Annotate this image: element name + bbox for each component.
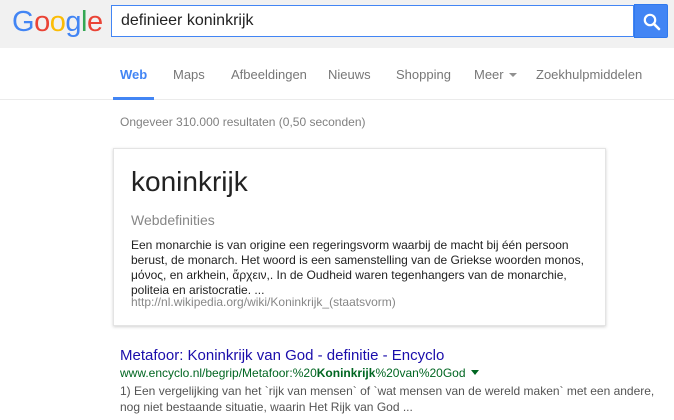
caret-down-icon[interactable]: [470, 370, 479, 375]
logo-letter: o: [34, 6, 50, 38]
definition-card: koninkrijk Webdefinities Een monarchie i…: [113, 148, 606, 326]
logo-letter: e: [86, 6, 103, 38]
definition-text: Een monarchie is van origine een regerin…: [131, 238, 584, 297]
definition-url[interactable]: http://nl.wikipedia.org/wiki/Koninkrijk_…: [131, 295, 396, 309]
tab-shopping[interactable]: Shopping: [396, 67, 451, 82]
chevron-down-icon: [508, 73, 517, 77]
result-url-prefix: www.encyclo.nl/begrip/Metafoor:%20: [120, 366, 317, 380]
active-tab-indicator: [113, 97, 154, 100]
search-input[interactable]: [112, 6, 633, 36]
search-box: [111, 5, 634, 37]
tab-meer[interactable]: Meer: [474, 67, 517, 82]
result-url[interactable]: www.encyclo.nl/begrip/Metafoor:%20Konink…: [120, 366, 660, 380]
logo-letter: G: [12, 6, 35, 38]
result-stats: Ongeveer 310.000 resultaten (0,50 second…: [120, 115, 366, 129]
tab-afbeeldingen[interactable]: Afbeeldingen: [231, 67, 307, 82]
definition-term: koninkrijk: [131, 166, 248, 197]
logo-letter: g: [65, 6, 81, 38]
result-snippet: 1) Een vergelijking van het `rijk van me…: [120, 384, 655, 414]
result-title-link[interactable]: Metafoor: Koninkrijk van God - definitie…: [120, 347, 660, 364]
tab-web[interactable]: Web: [120, 67, 147, 82]
search-result: Metafoor: Koninkrijk van God - definitie…: [120, 347, 660, 415]
tab-maps[interactable]: Maps: [173, 67, 205, 82]
definition-source-label: Webdefinities: [131, 212, 215, 228]
search-tabs: Web Maps Afbeeldingen Nieuws Shopping Me…: [0, 48, 674, 100]
tab-meer-label: Meer: [474, 67, 504, 82]
result-url-suffix: %20van%20God: [375, 366, 466, 380]
tab-nieuws[interactable]: Nieuws: [328, 67, 371, 82]
result-url-keyword: Koninkrijk: [316, 366, 376, 380]
search-header: Google: [0, 0, 674, 48]
logo-letter: o: [49, 6, 66, 38]
search-icon: [643, 13, 661, 31]
tab-zoekhulpmiddelen[interactable]: Zoekhulpmiddelen: [536, 67, 642, 82]
google-logo[interactable]: Google: [12, 4, 103, 40]
search-button[interactable]: [634, 4, 668, 38]
